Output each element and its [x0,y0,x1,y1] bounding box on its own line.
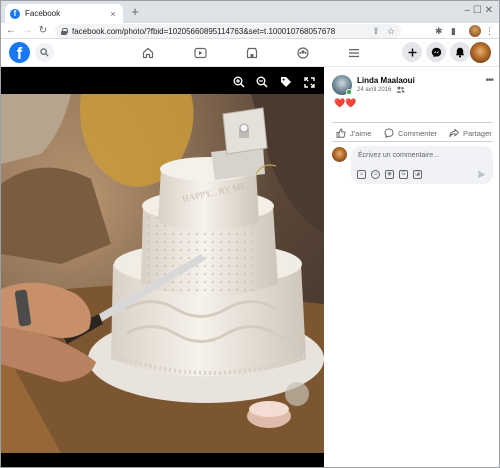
zoom-in-button[interactable] [232,75,246,89]
facebook-logo[interactable]: f [9,42,30,63]
facebook-favicon-icon: f [10,8,20,19]
fullscreen-button[interactable] [302,75,316,89]
extensions-icon[interactable]: ✱ [435,25,443,37]
lock-icon[interactable] [61,27,68,35]
back-button[interactable]: ← [5,24,17,37]
comment-icon [384,128,394,138]
window-controls[interactable]: ‒ ☐ ✕ [465,5,493,17]
like-icon [336,128,346,138]
post-date[interactable]: 24 avril 2016 [357,87,391,93]
photo-viewer: HAPPY... RY ME [1,67,324,467]
sticker-icon[interactable]: ◪ [413,170,422,179]
send-icon[interactable] [477,170,486,179]
zoom-out-button[interactable] [255,75,269,89]
browser-menu-icon[interactable]: ⋮ [485,25,494,37]
marketplace-icon [246,47,258,59]
comment-button[interactable]: Commenter [384,127,437,139]
like-label: J'aime [350,128,372,138]
create-button[interactable] [402,42,422,62]
author-name[interactable]: Linda Maalaoui [357,76,415,85]
tab-title: Facebook [25,9,61,18]
comment-tools: ☺ ☺ ◉ G ◪ [357,170,422,179]
zoom-in-icon [233,76,245,88]
comment-input[interactable]: Écrivez un commentaire... ☺ ☺ ◉ G ◪ [351,146,493,184]
menu-icon [349,49,359,58]
comment-label: Commenter [398,128,438,138]
fullscreen-icon [303,76,315,88]
browser-tab[interactable]: f Facebook × [5,4,123,23]
url-text[interactable]: facebook.com/photo/?fbid=102056608951147… [72,27,365,36]
groups-tab[interactable] [295,45,311,61]
facebook-navbar: f [1,39,499,67]
friends-audience-icon[interactable] [396,86,405,93]
create-icon [408,48,416,56]
avatar-sticker-icon[interactable]: ☺ [357,170,366,179]
tab-close-icon[interactable]: × [108,9,118,19]
forward-button[interactable]: → [21,24,33,37]
cake-illustration: HAPPY... RY ME [1,94,324,453]
tab-strip: f Facebook × + ‒ ☐ ✕ [1,1,499,23]
emoji-icon[interactable]: ☺ [371,170,380,179]
menu-tab[interactable] [346,45,362,61]
comment-placeholder: Écrivez un commentaire... [358,152,439,159]
browser-profile-avatar[interactable] [469,25,481,37]
share-page-icon[interactable]: ⇪ [372,26,380,36]
bookmark-star-icon[interactable]: ☆ [387,26,395,36]
groups-icon [297,47,309,59]
reactions-hearts[interactable]: ❤️❤️ [334,98,356,108]
tag-photo-button[interactable] [279,75,293,89]
messenger-button[interactable] [426,42,446,62]
tag-icon [281,77,291,87]
watch-icon [193,47,207,59]
commenter-avatar[interactable] [332,147,347,162]
search-icon [40,48,49,57]
divider [332,122,493,123]
post-info-panel: Linda Maalaoui 24 avril 2016 ••• ❤️❤️ J'… [324,67,499,467]
camera-icon[interactable]: ◉ [385,170,394,179]
share-button[interactable]: Partager [449,127,492,139]
gif-icon[interactable]: G [399,170,408,179]
home-tab[interactable] [140,45,156,61]
share-label: Partager [463,128,492,138]
new-tab-button[interactable]: + [129,4,141,20]
share-icon [449,128,459,138]
messenger-icon [431,47,441,57]
online-status-dot [346,89,352,95]
watch-tab[interactable] [192,45,208,61]
side-panel-icon[interactable]: ▮ [451,25,456,37]
more-options-icon[interactable]: ••• [485,76,493,86]
divider [332,141,493,142]
zoom-out-icon [256,76,268,88]
browser-toolbar: ← → ↻ facebook.com/photo/?fbid=102056608… [1,23,499,39]
browser-window: f Facebook × + ‒ ☐ ✕ ← → ↻ facebook.com/… [0,0,500,468]
notifications-button[interactable] [450,42,470,62]
like-button[interactable]: J'aime [336,127,371,139]
address-bar[interactable]: facebook.com/photo/?fbid=102056608951147… [55,24,401,38]
wedding-cake-photo[interactable]: HAPPY... RY ME [1,94,324,453]
marketplace-tab[interactable] [244,45,260,61]
home-icon [142,47,154,59]
search-button[interactable] [35,43,54,62]
account-avatar[interactable] [470,42,491,63]
notifications-icon [455,47,465,57]
reload-button[interactable]: ↻ [37,24,49,37]
